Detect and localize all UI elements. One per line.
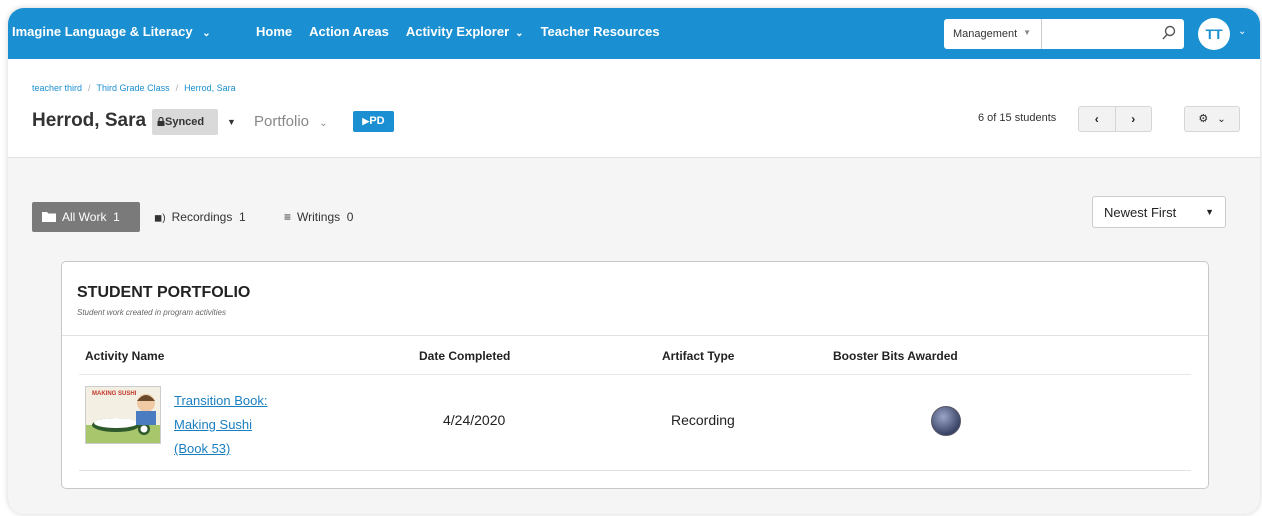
column-header-activity: Activity Name [85,349,165,363]
activity-thumbnail[interactable]: MAKING SUSHI [85,386,161,444]
chevron-down-icon: ⌄ [202,28,211,39]
settings-button[interactable]: ⚙ ⌄ [1184,106,1240,132]
role-select-value: Management [953,28,1018,40]
activity-name-line: Making Sushi [174,417,253,432]
card-title: STUDENT PORTFOLIO [77,284,251,301]
thumbnail-caption: MAKING SUSHI [92,391,137,397]
search-icon[interactable] [1162,25,1176,46]
view-select-value: Portfolio [254,113,310,130]
filter-recordings-label: Recordings 1 [171,210,246,224]
view-select[interactable]: Portfolio ⌄ [254,113,328,130]
sort-select-value: Newest First [1104,205,1177,220]
speaker-icon: ◼) [154,213,166,224]
column-header-date: Date Completed [419,349,511,363]
nav-activity-explorer-label: Activity Explorer [405,24,510,39]
filter-all-work-label: All Work 1 [62,210,120,224]
filter-writings[interactable]: ≡ Writings 0 [284,210,353,224]
top-navigation-bar: Imagine Language & Literacy ⌄ Home Actio… [8,8,1260,59]
breadcrumb-class[interactable]: Third Grade Class [97,83,170,93]
gear-icon: ⚙ [1198,113,1209,125]
role-select[interactable]: Management ▼ [944,19,1042,49]
nav-action-areas[interactable]: Action Areas [309,24,389,39]
divider [62,335,1208,336]
page-title: Herrod, Sara [32,110,147,131]
filter-recordings[interactable]: ◼) Recordings 1 [154,210,246,224]
filter-writings-label: Writings 0 [297,210,354,224]
product-name: Imagine Language & Literacy [12,24,193,39]
card-subtitle: Student work created in program activiti… [77,308,226,317]
student-count: 6 of 15 students [978,112,1057,124]
activity-link[interactable]: Transition Book: Making Sushi (Book 53) [174,389,314,461]
activity-name-line: (Book 53) [174,441,231,456]
chevron-down-icon[interactable]: ⌄ [1238,26,1246,37]
synced-badge: Synced [152,109,218,135]
lines-icon: ≡ [284,210,292,224]
product-switcher[interactable]: Imagine Language & Literacy ⌄ [12,24,211,39]
booster-bit-icon [931,406,961,436]
search-input[interactable] [1048,20,1162,50]
filter-all-work[interactable]: All Work 1 [32,202,140,232]
search-box [1042,19,1184,50]
breadcrumb-teacher[interactable]: teacher third [32,83,82,93]
nav-home[interactable]: Home [256,24,292,39]
nav-teacher-resources[interactable]: Teacher Resources [541,24,660,39]
student-portfolio-card: STUDENT PORTFOLIO Student work created i… [61,261,1209,489]
artifact-type: Recording [671,412,735,428]
pd-label: PD [369,115,385,127]
chevron-down-icon: ⌄ [319,118,328,129]
main-nav: Home Action Areas Activity Explorer ⌄ Tea… [256,24,660,39]
nav-activity-explorer[interactable]: Activity Explorer ⌄ [406,24,524,39]
chevron-down-icon: ⌄ [515,28,524,39]
chevron-left-icon[interactable]: ‹ [1079,107,1115,131]
breadcrumb-separator: / [175,83,179,93]
chevron-right-icon[interactable]: › [1114,107,1152,131]
date-completed: 4/24/2020 [443,412,506,428]
caret-down-icon[interactable]: ▼ [227,117,236,127]
synced-label: Synced [165,116,205,128]
student-header: teacher third / Third Grade Class / Herrod, … [8,59,1260,158]
row-divider [79,374,1191,375]
breadcrumb: teacher third / Third Grade Class / Herrod, … [32,83,236,93]
student-pager: ‹ › [1078,106,1152,132]
caret-down-icon: ▼ [1205,207,1214,217]
row-divider [79,470,1191,471]
activity-name-line: Transition Book: [174,393,268,408]
breadcrumb-student[interactable]: Herrod, Sara [184,83,236,93]
chevron-down-icon: ⌄ [1217,114,1226,125]
folder-icon [42,212,56,222]
column-header-artifact: Artifact Type [662,349,735,363]
user-avatar[interactable]: TT [1198,18,1230,50]
lock-icon [157,116,165,126]
column-header-booster: Booster Bits Awarded [833,349,958,363]
pd-button[interactable]: ▶PD [353,111,394,132]
caret-down-icon: ▼ [1023,28,1031,37]
sort-select[interactable]: Newest First ▼ [1092,196,1226,228]
breadcrumb-separator: / [88,83,91,93]
app-window: Imagine Language & Literacy ⌄ Home Actio… [8,8,1260,514]
